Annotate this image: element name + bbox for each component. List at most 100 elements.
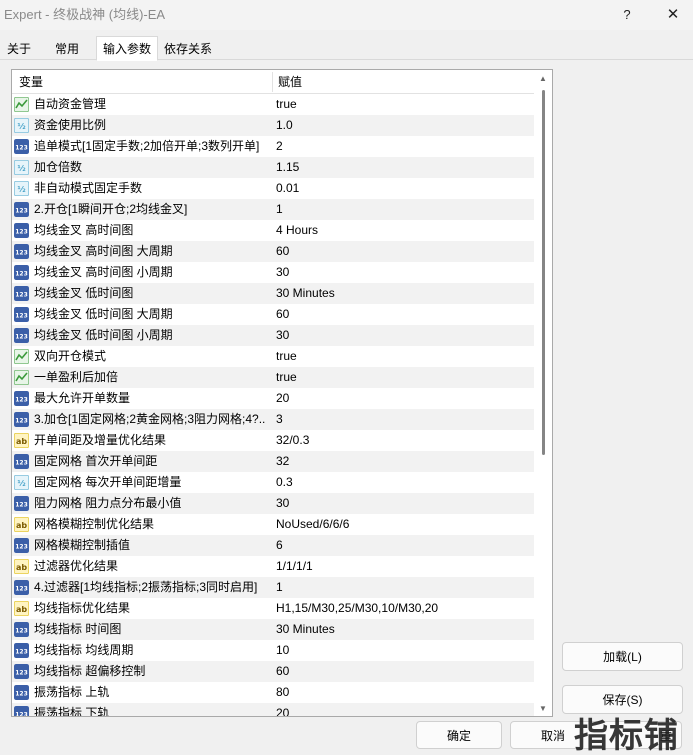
parameter-row[interactable]: ½ 固定网格 每次开单间距增量 0.3 <box>12 472 534 493</box>
parameter-value[interactable]: 2 <box>276 136 532 157</box>
svg-text:123: 123 <box>15 250 28 257</box>
parameter-name: 均线金叉 低时间图 大周期 <box>34 307 173 321</box>
tab-inputs[interactable]: 输入参数 <box>96 36 158 61</box>
parameter-value[interactable]: 30 <box>276 262 532 283</box>
parameter-row[interactable]: 123 网格模糊控制插值 6 <box>12 535 534 556</box>
parameter-name: 过滤器优化结果 <box>34 559 119 573</box>
parameter-value[interactable]: 30 <box>276 493 532 514</box>
parameter-row[interactable]: 123 均线金叉 低时间图 大周期 60 <box>12 304 534 325</box>
double-value-icon: ½ <box>14 475 29 490</box>
parameter-value[interactable]: 1 <box>276 199 532 220</box>
double-value-icon: ½ <box>14 118 29 133</box>
parameter-row[interactable]: 双向开仓模式 true <box>12 346 534 367</box>
svg-text:ab: ab <box>16 521 27 530</box>
parameter-row[interactable]: 123 3.加仓[1固定网格;2黄金网格;3阻力网格;4?.. 3 <box>12 409 534 430</box>
parameter-name: 2.开仓[1瞬间开仓;2均线金叉] <box>34 202 188 216</box>
parameter-name: 资金使用比例 <box>34 118 107 132</box>
tab-common[interactable]: 常用 <box>44 37 90 60</box>
scroll-up-icon[interactable]: ▲ <box>538 74 548 83</box>
load-button[interactable]: 加载(L) <box>562 642 683 671</box>
integer-value-icon: 123 <box>14 328 29 343</box>
parameter-row[interactable]: 123 振荡指标 上轨 80 <box>12 682 534 703</box>
parameter-value[interactable]: 60 <box>276 241 532 262</box>
integer-value-icon: 123 <box>14 454 29 469</box>
parameter-value[interactable]: 32/0.3 <box>276 430 532 451</box>
tab-about[interactable]: 关于 <box>0 37 38 60</box>
parameter-value[interactable]: 6 <box>276 535 532 556</box>
parameter-value[interactable]: 20 <box>276 388 532 409</box>
parameter-name: 均线指标 超偏移控制 <box>34 664 146 678</box>
parameter-grid: 变量 赋值 自动资金管理 true ½ 资金使用比例 1.0 123 追单模式[1固定手数;… <box>11 69 553 717</box>
parameter-value[interactable]: NoUsed/6/6/6 <box>276 514 532 535</box>
parameter-row[interactable]: ½ 非自动模式固定手数 0.01 <box>12 178 534 199</box>
parameter-value[interactable]: H1,15/M30,25/M30,10/M30,20 <box>276 598 532 619</box>
string-value-icon: ab <box>14 517 29 532</box>
string-value-icon: ab <box>14 433 29 448</box>
parameter-row[interactable]: ab 网格模糊控制优化结果 NoUsed/6/6/6 <box>12 514 534 535</box>
column-header-variable[interactable]: 变量 <box>19 70 43 94</box>
close-button[interactable]: ✕ <box>650 0 693 28</box>
parameter-name: 3.加仓[1固定网格;2黄金网格;3阻力网格;4?.. <box>34 412 266 426</box>
parameter-row[interactable]: 123 均线指标 超偏移控制 60 <box>12 661 534 682</box>
parameter-value[interactable]: 60 <box>276 661 532 682</box>
parameter-row[interactable]: 自动资金管理 true <box>12 94 534 115</box>
parameter-row[interactable]: 123 4.过滤器[1均线指标;2振荡指标;3同时启用] 1 <box>12 577 534 598</box>
parameter-value[interactable]: 20 <box>276 703 532 716</box>
parameter-row[interactable]: 123 均线指标 时间图 30 Minutes <box>12 619 534 640</box>
parameter-row[interactable]: 123 阻力网格 阻力点分布最小值 30 <box>12 493 534 514</box>
parameter-row[interactable]: 123 均线指标 均线周期 10 <box>12 640 534 661</box>
parameter-value[interactable]: 0.3 <box>276 472 532 493</box>
parameter-value[interactable]: 30 Minutes <box>276 619 532 640</box>
parameter-row[interactable]: 123 2.开仓[1瞬间开仓;2均线金叉] 1 <box>12 199 534 220</box>
ok-button[interactable]: 确定 <box>416 721 502 749</box>
parameter-row[interactable]: 一单盈利后加倍 true <box>12 367 534 388</box>
parameter-row[interactable]: 123 均线金叉 高时间图 小周期 30 <box>12 262 534 283</box>
parameter-value[interactable]: 30 Minutes <box>276 283 532 304</box>
parameter-row[interactable]: 123 最大允许开单数量 20 <box>12 388 534 409</box>
parameter-row[interactable]: ab 开单间距及增量优化结果 32/0.3 <box>12 430 534 451</box>
parameter-value[interactable]: 4 Hours <box>276 220 532 241</box>
svg-text:123: 123 <box>15 418 28 425</box>
integer-value-icon: 123 <box>14 244 29 259</box>
parameter-row[interactable]: 123 均线金叉 高时间图 4 Hours <box>12 220 534 241</box>
integer-value-icon: 123 <box>14 706 29 716</box>
svg-text:123: 123 <box>15 145 28 152</box>
parameter-name: 均线金叉 低时间图 小周期 <box>34 328 173 342</box>
parameter-value[interactable]: 3 <box>276 409 532 430</box>
parameter-row[interactable]: ½ 资金使用比例 1.0 <box>12 115 534 136</box>
vertical-scrollbar[interactable]: ▲ ▼ <box>534 70 552 716</box>
parameter-row[interactable]: 123 均线金叉 高时间图 大周期 60 <box>12 241 534 262</box>
parameter-value[interactable]: 80 <box>276 682 532 703</box>
svg-text:123: 123 <box>15 397 28 404</box>
parameter-row[interactable]: 123 均线金叉 低时间图 小周期 30 <box>12 325 534 346</box>
parameter-row[interactable]: ab 均线指标优化结果 H1,15/M30,25/M30,10/M30,20 <box>12 598 534 619</box>
parameter-row[interactable]: 123 均线金叉 低时间图 30 Minutes <box>12 283 534 304</box>
parameter-value[interactable]: 0.01 <box>276 178 532 199</box>
help-button[interactable]: ? <box>604 0 650 28</box>
scroll-thumb[interactable] <box>542 90 545 455</box>
tab-dependencies[interactable]: 依存关系 <box>160 37 216 60</box>
svg-text:123: 123 <box>15 586 28 593</box>
parameter-value[interactable]: 1.0 <box>276 115 532 136</box>
parameter-value[interactable]: 1 <box>276 577 532 598</box>
parameter-value[interactable]: true <box>276 346 532 367</box>
integer-value-icon: 123 <box>14 286 29 301</box>
parameter-name: 一单盈利后加倍 <box>34 370 119 384</box>
parameter-value[interactable]: 1.15 <box>276 157 532 178</box>
parameter-value[interactable]: 1/1/1/1 <box>276 556 532 577</box>
parameter-value[interactable]: 60 <box>276 304 532 325</box>
column-header-value[interactable]: 赋值 <box>278 70 302 94</box>
scroll-down-icon[interactable]: ▼ <box>538 704 548 713</box>
parameter-value[interactable]: 32 <box>276 451 532 472</box>
parameter-name: 均线指标 均线周期 <box>34 643 134 657</box>
parameter-row[interactable]: 123 振荡指标 下轨 20 <box>12 703 534 716</box>
parameter-row[interactable]: ab 过滤器优化结果 1/1/1/1 <box>12 556 534 577</box>
parameter-value[interactable]: true <box>276 367 532 388</box>
column-separator[interactable] <box>272 72 273 92</box>
parameter-value[interactable]: 10 <box>276 640 532 661</box>
parameter-row[interactable]: ½ 加仓倍数 1.15 <box>12 157 534 178</box>
parameter-row[interactable]: 123 追单模式[1固定手数;2加倍开单;3数列开单] 2 <box>12 136 534 157</box>
parameter-row[interactable]: 123 固定网格 首次开单间距 32 <box>12 451 534 472</box>
parameter-value[interactable]: true <box>276 94 532 115</box>
parameter-value[interactable]: 30 <box>276 325 532 346</box>
